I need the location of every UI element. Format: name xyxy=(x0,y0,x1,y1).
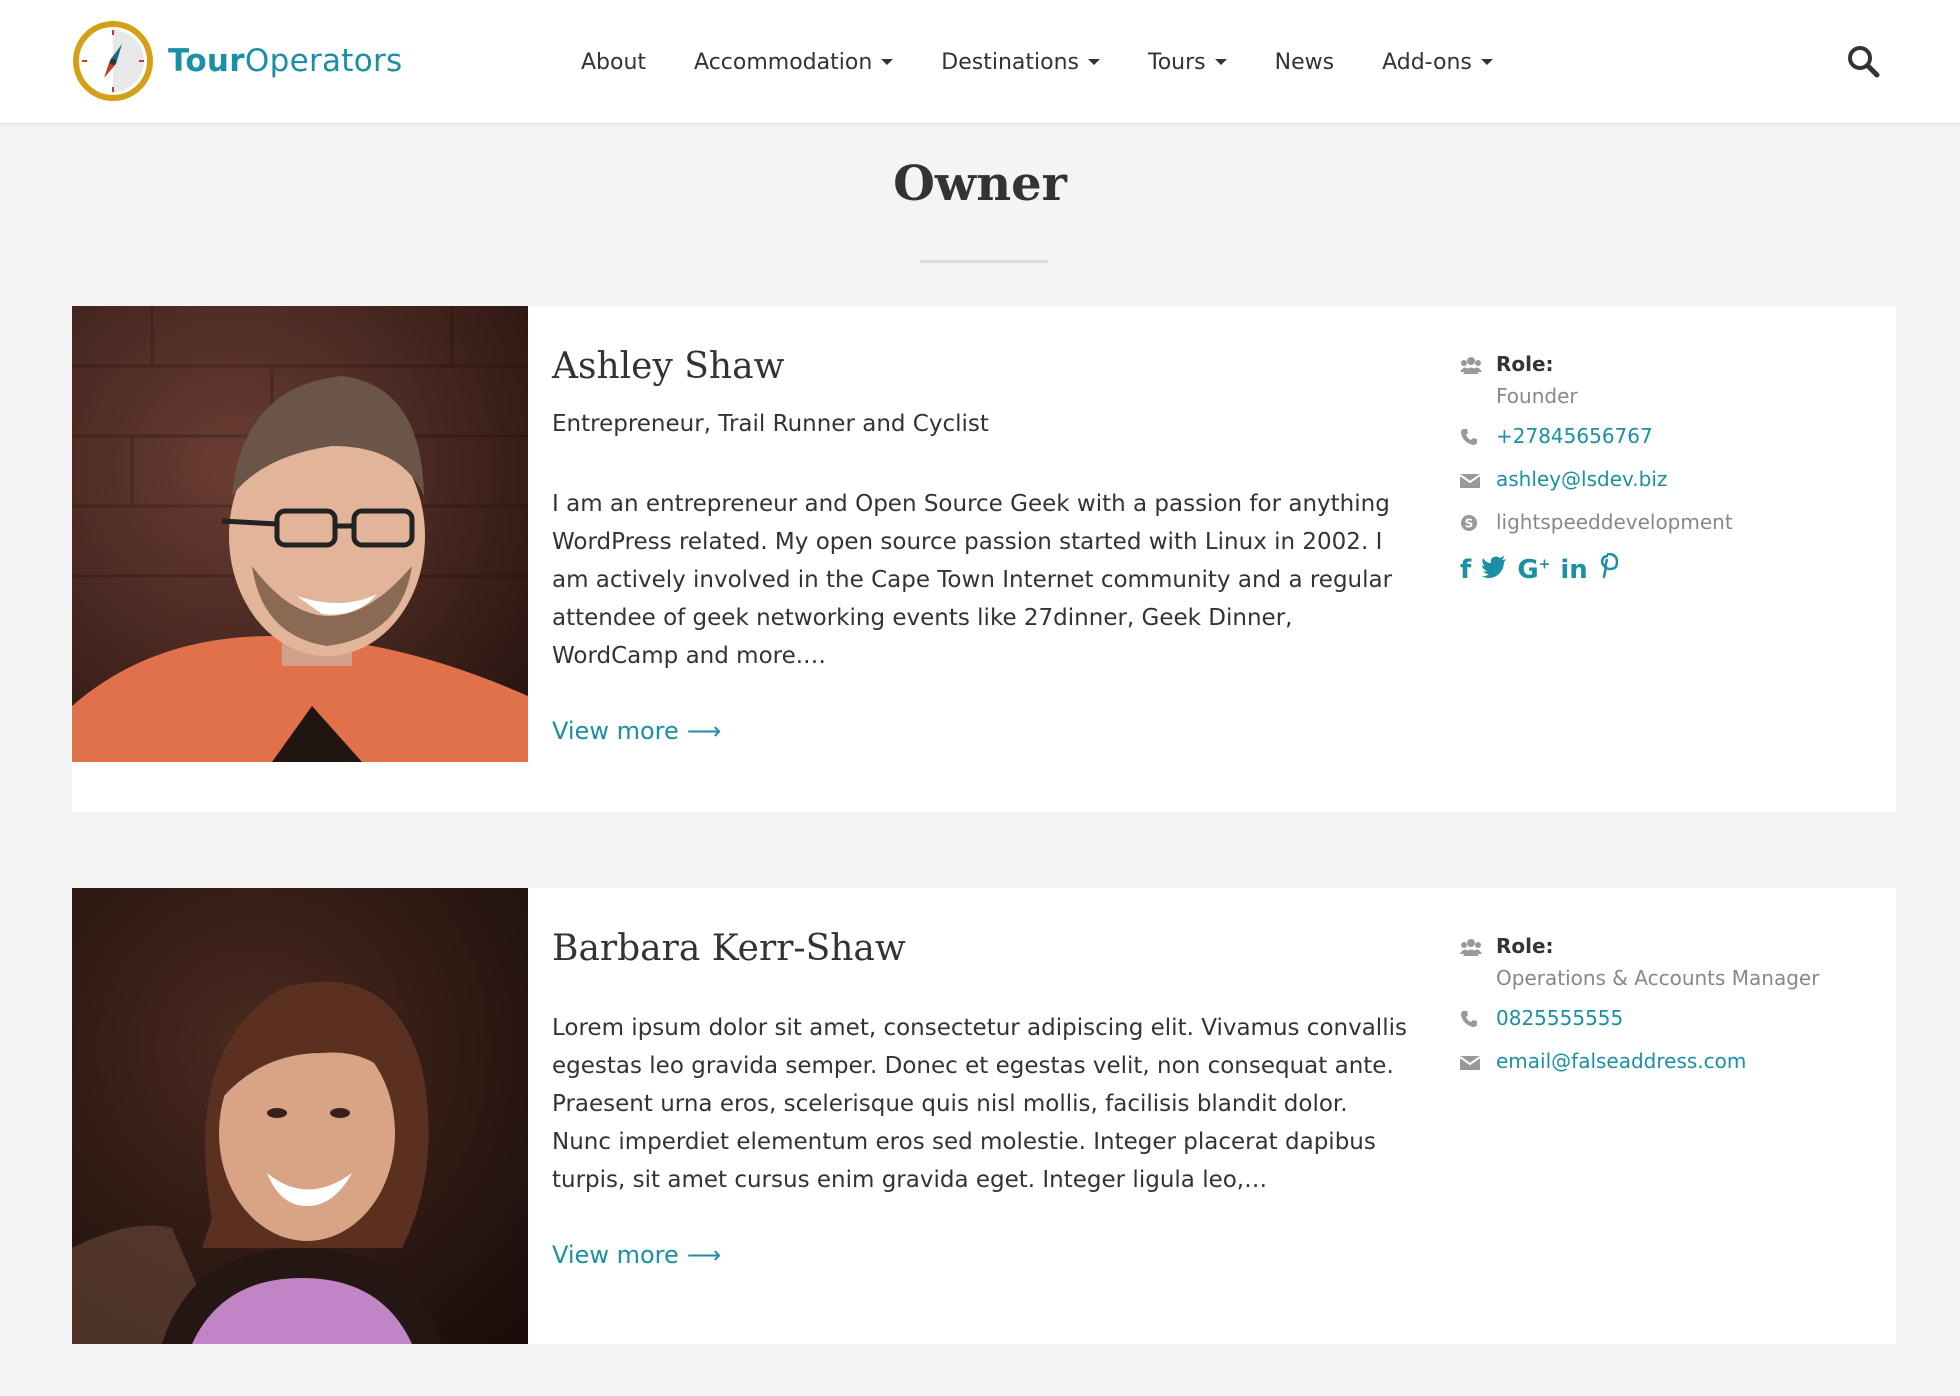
pinterest-icon[interactable] xyxy=(1598,552,1619,586)
team-member-card: Ashley Shaw Entrepreneur, Trail Runner a… xyxy=(72,306,1896,812)
team-member-content: Barbara Kerr-Shaw Lorem ipsum dolor sit … xyxy=(552,928,1412,1269)
team-member-photo[interactable] xyxy=(72,306,528,762)
users-icon xyxy=(1460,934,1496,961)
team-member-details: Role: Operations & Accounts Manager 0825… xyxy=(1459,934,1880,1092)
caret-down-icon xyxy=(881,59,894,65)
role-value: Founder xyxy=(1496,384,1578,408)
nav-destinations[interactable]: Destinations xyxy=(941,50,1100,75)
title-divider xyxy=(920,260,1048,263)
nav-news[interactable]: News xyxy=(1275,50,1334,75)
view-more-link[interactable]: View more ⟶ xyxy=(552,717,721,745)
nav-accommodation[interactable]: Accommodation xyxy=(694,50,894,75)
google-plus-icon[interactable]: G+ xyxy=(1517,555,1550,585)
role-label: Role: xyxy=(1496,934,1554,958)
phone-icon xyxy=(1460,1006,1496,1033)
email-row: ashley@lsdev.biz xyxy=(1459,467,1880,494)
role-value: Operations & Accounts Manager xyxy=(1496,966,1820,990)
role-row: Role: Operations & Accounts Manager xyxy=(1460,934,1880,990)
email-row: email@falseaddress.com xyxy=(1459,1049,1880,1076)
team-member-tagline: Entrepreneur, Trail Runner and Cyclist xyxy=(552,411,989,437)
team-member-name[interactable]: Ashley Shaw xyxy=(552,346,1412,387)
linkedin-icon[interactable]: in xyxy=(1560,555,1587,585)
phone-row: 0825555555 xyxy=(1460,1006,1880,1033)
envelope-icon xyxy=(1459,467,1496,494)
view-more-link[interactable]: View more ⟶ xyxy=(552,1241,721,1269)
arrow-right-icon: ⟶ xyxy=(686,1241,722,1269)
team-member-bio: Lorem ipsum dolor sit amet, consectetur … xyxy=(552,1015,1407,1193)
team-member-card: Barbara Kerr-Shaw Lorem ipsum dolor sit … xyxy=(72,888,1896,1344)
team-member-content: Ashley Shaw Entrepreneur, Trail Runner a… xyxy=(552,346,1412,745)
skype-row: S lightspeeddevelopment xyxy=(1460,510,1880,537)
email-link[interactable]: ashley@lsdev.biz xyxy=(1496,467,1667,491)
nav-add-ons[interactable]: Add-ons xyxy=(1382,50,1493,75)
phone-icon xyxy=(1460,424,1496,451)
social-links: f G+ in xyxy=(1460,552,1880,586)
caret-down-icon xyxy=(1088,59,1100,65)
nav-tours[interactable]: Tours xyxy=(1148,50,1227,75)
role-label: Role: xyxy=(1496,352,1554,376)
twitter-icon[interactable] xyxy=(1481,555,1507,585)
search-icon[interactable] xyxy=(1846,44,1880,78)
team-member-photo[interactable] xyxy=(72,888,528,1344)
caret-down-icon xyxy=(1480,59,1493,65)
site-logo[interactable]: TourOperators xyxy=(72,20,403,102)
skype-username[interactable]: lightspeeddevelopment xyxy=(1496,510,1733,534)
phone-row: +27845656767 xyxy=(1460,424,1880,451)
site-header: TourOperators About Accommodation Destin… xyxy=(0,0,1960,124)
arrow-right-icon: ⟶ xyxy=(686,717,722,745)
svg-text:S: S xyxy=(1465,517,1474,531)
compass-logo-icon xyxy=(73,21,153,101)
email-link[interactable]: email@falseaddress.com xyxy=(1496,1049,1746,1073)
team-member-bio: I am an entrepreneur and Open Source Gee… xyxy=(552,491,1393,669)
phone-link[interactable]: +27845656767 xyxy=(1496,424,1653,448)
brand-name: TourOperators xyxy=(168,43,403,79)
caret-down-icon xyxy=(1214,59,1227,65)
team-member-name[interactable]: Barbara Kerr-Shaw xyxy=(552,928,1412,969)
main-nav: About Accommodation Destinations Tours N… xyxy=(581,0,1541,124)
team-member-details: Role: Founder +27845656767 ashley@lsdev.… xyxy=(1459,352,1880,586)
page-title: Owner xyxy=(893,156,1067,212)
facebook-icon[interactable]: f xyxy=(1460,555,1471,585)
users-icon xyxy=(1460,352,1496,379)
envelope-icon xyxy=(1459,1049,1496,1076)
skype-icon: S xyxy=(1460,510,1496,537)
nav-about[interactable]: About xyxy=(581,50,646,75)
role-row: Role: Founder xyxy=(1460,352,1880,408)
phone-link[interactable]: 0825555555 xyxy=(1496,1006,1623,1030)
